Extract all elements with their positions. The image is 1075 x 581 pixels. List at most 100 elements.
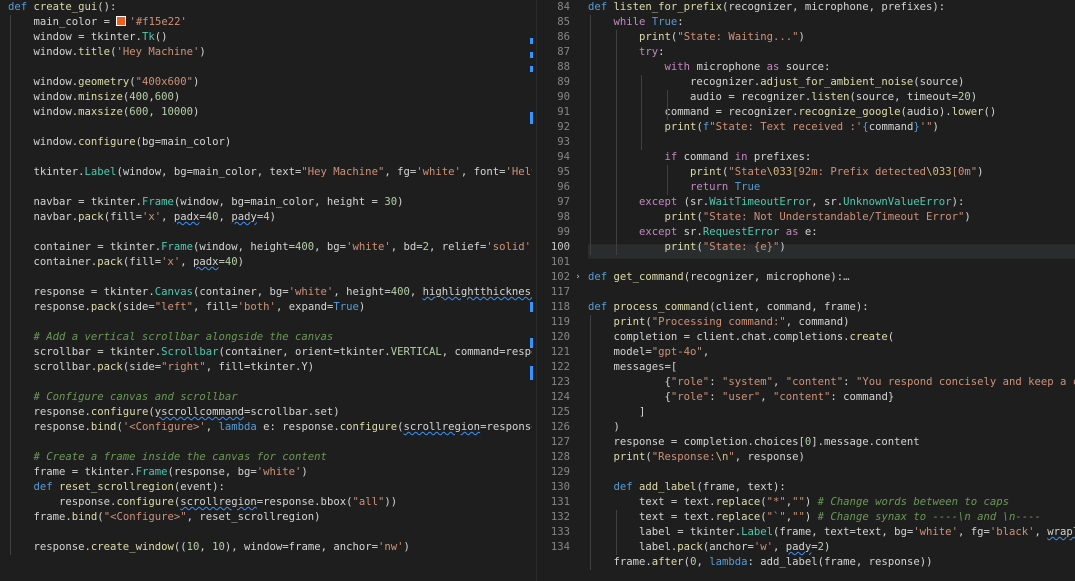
code-line[interactable]: model="gpt-4o", (588, 345, 1075, 360)
editor-pane-left[interactable]: def create_gui(): main_color = '#f15e22'… (0, 0, 532, 581)
code-token: (( (173, 541, 187, 553)
code-line[interactable]: window.geometry("400x600") (8, 75, 532, 90)
code-token: highlightthickness (422, 286, 532, 298)
code-line[interactable]: except sr.RequestError as e: (588, 225, 1075, 240)
code-line[interactable] (588, 465, 1075, 480)
code-line[interactable]: def add_label(frame, text): (588, 480, 1075, 495)
code-line[interactable]: def process_command(client, command, fra… (588, 300, 1075, 315)
code-line[interactable]: window = tkinter.Tk() (8, 30, 532, 45)
code-line[interactable]: # Create a frame inside the canvas for c… (8, 450, 532, 465)
code-line[interactable]: ) (588, 420, 1075, 435)
code-line[interactable]: tkinter.Label(window, bg=main_color, tex… (8, 165, 533, 180)
code-line[interactable]: def listen_for_prefix(recognizer, microp… (588, 0, 1075, 15)
code-line[interactable]: window.maxsize(600, 10000) (8, 105, 532, 120)
code-line[interactable]: navbar = tkinter.Frame(window, bg=main_c… (8, 195, 532, 210)
code-line[interactable]: def create_gui(): (8, 0, 532, 15)
code-line[interactable]: print("Response:\n", response) (588, 450, 1075, 465)
fold-expand-icon[interactable]: › (572, 270, 584, 285)
code-line[interactable]: window.title('Hey Machine') (8, 45, 532, 60)
code-line[interactable]: frame = tkinter.Frame(response, bg='whit… (8, 465, 532, 480)
code-line[interactable] (8, 60, 532, 75)
code-line[interactable]: completion = client.chat.completions.cre… (588, 330, 1075, 345)
code-token: : (709, 376, 722, 388)
code-line[interactable] (8, 435, 532, 450)
code-line[interactable] (8, 525, 532, 540)
code-line[interactable] (8, 150, 532, 165)
code-line[interactable]: label = tkinter.Label(frame, text=text, … (588, 525, 1075, 540)
code-line[interactable] (8, 225, 532, 240)
code-line[interactable]: text = text.replace("`","") # Change syn… (588, 510, 1075, 525)
code-token: "content" (773, 391, 831, 403)
fold-slot (572, 45, 584, 60)
code-line[interactable]: print("State: Not Understandable/Timeout… (588, 210, 1075, 225)
folded-region-ellipsis[interactable]: … (843, 271, 849, 283)
color-swatch-icon[interactable] (116, 16, 127, 26)
code-line[interactable]: scrollbar.pack(side="right", fill=tkinte… (8, 360, 532, 375)
code-line[interactable]: window.minsize(400,600) (8, 90, 532, 105)
code-line[interactable]: command = recognizer.recognize_google(au… (588, 105, 1075, 120)
code-line[interactable]: response = tkinter.Canvas(container, bg=… (8, 285, 533, 300)
code-token: (anchor= (702, 541, 754, 553)
code-line[interactable]: # Add a vertical scrollbar alongside the… (8, 330, 532, 345)
split-divider[interactable] (536, 0, 537, 581)
code-line[interactable]: if command in prefixes: (588, 150, 1075, 165)
code-token: padx (193, 256, 219, 268)
code-line[interactable] (588, 285, 1075, 300)
code-area-left[interactable]: def create_gui(): main_color = '#f15e22'… (8, 0, 532, 555)
code-line[interactable]: {"role": "system", "content": "You respo… (588, 375, 1075, 390)
code-line[interactable]: print(f"State: Text received :'{command}… (588, 120, 1075, 135)
code-line[interactable]: window.configure(bg=main_color) (8, 135, 532, 150)
code-line[interactable]: except (sr.WaitTimeoutError, sr.UnknownV… (588, 195, 1075, 210)
code-line[interactable]: print("Processing command:", command) (588, 315, 1075, 330)
code-line[interactable]: audio = recognizer.listen(source, timeou… (588, 90, 1075, 105)
code-line[interactable]: while True: (588, 15, 1075, 30)
editor-pane-right[interactable]: 84 85 86 87 88 89 90 91 92 93 94 95 96 97 98 99 100 101 10… (540, 0, 1075, 581)
code-line[interactable]: try: (588, 45, 1075, 60)
code-line[interactable]: ] (588, 405, 1075, 420)
code-line[interactable]: return True (588, 180, 1075, 195)
code-line[interactable]: response = completion.choices[0].message… (588, 435, 1075, 450)
code-line[interactable]: frame.after(0, lambda: add_label(frame, … (588, 555, 1075, 570)
code-line[interactable]: response.create_window((10, 10), window=… (8, 540, 532, 555)
code-line[interactable]: text = text.replace("*","") # Change wor… (588, 495, 1075, 510)
code-line[interactable]: print("State\033[92m: Prefix detected\03… (588, 165, 1075, 180)
code-token: title (78, 46, 111, 58)
line-number: 97 (557, 196, 570, 208)
code-line[interactable] (588, 255, 1075, 270)
code-line[interactable] (8, 120, 532, 135)
code-line[interactable]: def get_command(recognizer, microphone):… (588, 270, 1075, 285)
code-line[interactable]: print("State: Waiting...") (588, 30, 1075, 45)
code-line[interactable]: response.bind('<Configure>', lambda e: r… (8, 420, 533, 435)
code-line[interactable]: response.configure(yscrollcommand=scroll… (8, 405, 532, 420)
code-line[interactable]: messages=[ (588, 360, 1075, 375)
code-token: "" (792, 511, 805, 523)
code-line[interactable]: main_color = '#f15e22' (8, 15, 532, 30)
code-token: , sr. (811, 196, 844, 208)
code-line[interactable]: response.configure(scrollregion=response… (8, 495, 532, 510)
code-line[interactable] (588, 135, 1075, 150)
code-area-right[interactable]: def listen_for_prefix(recognizer, microp… (588, 0, 1075, 570)
code-line[interactable] (8, 315, 532, 330)
code-line[interactable]: container.pack(fill='x', padx=40) (8, 255, 532, 270)
code-line[interactable]: with microphone as source: (588, 60, 1075, 75)
code-line[interactable]: navbar.pack(fill='x', padx=40, pady=4) (8, 210, 532, 225)
code-line[interactable]: print("State: {e}") (588, 240, 1075, 255)
code-token: '#f15e22' (129, 16, 187, 28)
code-token: process_command (613, 301, 710, 313)
code-editor[interactable]: def create_gui(): main_color = '#f15e22'… (0, 0, 1075, 581)
fold-slot (572, 315, 584, 330)
code-line[interactable]: def reset_scrollregion(event): (8, 480, 532, 495)
code-line[interactable]: recognizer.adjust_for_ambient_noise(sour… (588, 75, 1075, 90)
code-line[interactable]: # Configure canvas and scrollbar (8, 390, 532, 405)
code-line[interactable]: frame.bind("<Configure>", reset_scrollre… (8, 510, 532, 525)
code-line[interactable]: {"role": "user", "content": command} (588, 390, 1075, 405)
code-line[interactable]: label.pack(anchor='w', pady=2) (588, 540, 1075, 555)
code-line[interactable]: response.pack(side="left", fill='both', … (8, 300, 532, 315)
code-line[interactable] (8, 375, 532, 390)
fold-gutter[interactable]: › (572, 0, 584, 555)
code-token: response. (8, 406, 91, 418)
code-line[interactable] (8, 180, 532, 195)
code-line[interactable]: scrollbar = tkinter.Scrollbar(container,… (8, 345, 533, 360)
code-line[interactable]: container = tkinter.Frame(window, height… (8, 240, 533, 255)
code-line[interactable] (8, 270, 532, 285)
